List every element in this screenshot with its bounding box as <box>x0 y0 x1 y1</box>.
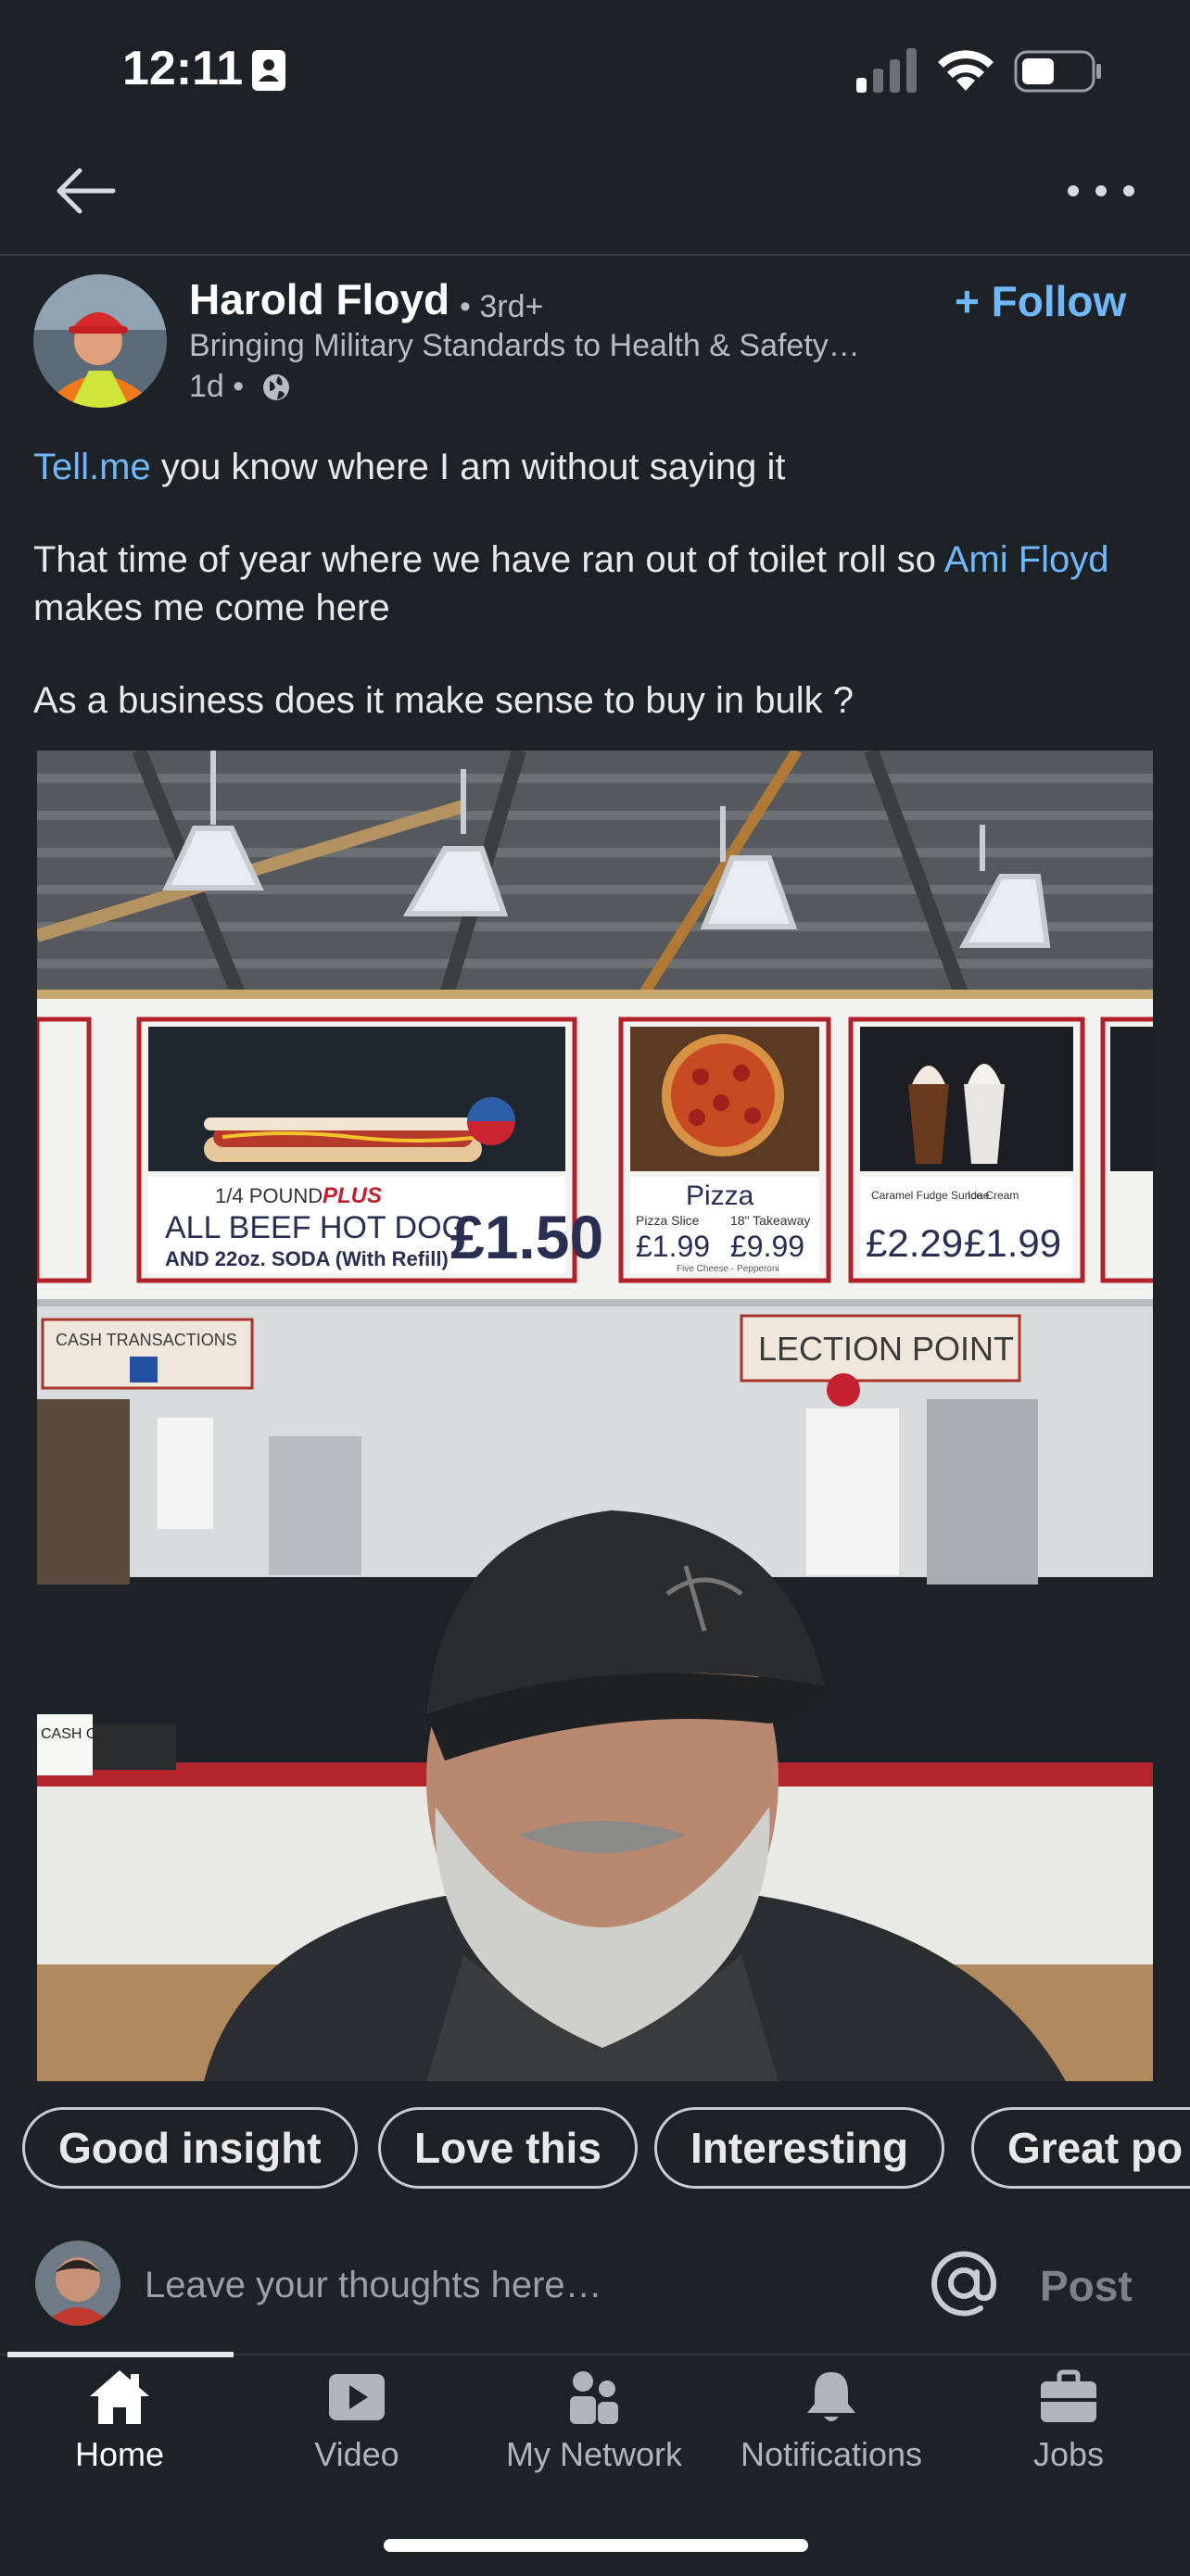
sign-text: AND 22oz. SODA (With Refill) <box>165 1247 449 1270</box>
post-comment-button[interactable]: Post <box>1040 2261 1133 2311</box>
sign-text: 18" Takeaway <box>730 1213 810 1228</box>
author-avatar[interactable] <box>33 274 167 408</box>
status-time: 12:11 <box>122 42 244 95</box>
home-indicator <box>384 2539 808 2552</box>
sign-text: £9.99 <box>730 1230 804 1263</box>
globe-icon <box>263 374 289 400</box>
sign-text: Five Cheese · Pepperoni <box>677 1264 779 1274</box>
post-link[interactable]: Tell.me <box>33 447 151 487</box>
sign-text: £1.99 <box>964 1221 1061 1265</box>
tab-label: Video <box>314 2435 399 2473</box>
tab-notifications[interactable]: Notifications <box>725 2368 938 2480</box>
sign-text: ALL BEEF HOT DOG <box>165 1210 466 1245</box>
more-options-icon[interactable] <box>1064 182 1138 200</box>
active-tab-indicator <box>7 2352 234 2357</box>
tab-home[interactable]: Home <box>13 2368 226 2480</box>
chip-good-insight[interactable]: Good insight <box>22 2107 358 2189</box>
author-name[interactable]: Harold Floyd <box>189 274 449 324</box>
post-text-line: As a business does it make sense to buy … <box>33 680 854 721</box>
chip-love-this[interactable]: Love this <box>378 2107 638 2189</box>
bell-icon <box>807 2372 855 2421</box>
post-text: Tell.me you know where I am without sayi… <box>33 443 1157 769</box>
tab-label: Jobs <box>1032 2435 1105 2473</box>
sign-text: CASH TRANSACTIONS <box>56 1331 237 1349</box>
chip-interesting[interactable]: Interesting <box>654 2107 945 2189</box>
connection-degree: • 3rd+ <box>460 289 544 324</box>
post-text-line: That time of year where we have ran out … <box>33 539 944 580</box>
tab-label: My Network <box>505 2435 683 2473</box>
sign-text: £1.50 <box>450 1203 603 1271</box>
author-headline: Bringing Military Standards to Health & … <box>189 328 860 363</box>
id-card-icon <box>252 50 285 91</box>
sign-text: £2.29 <box>866 1221 963 1265</box>
tab-my-network[interactable]: My Network <box>487 2368 701 2480</box>
tab-video[interactable]: Video <box>250 2368 463 2480</box>
cellular-signal-icon <box>856 48 917 93</box>
post-text-line: you know where I am without saying it <box>150 447 786 487</box>
battery-icon <box>1014 50 1101 93</box>
post-timestamp: 1d • <box>189 369 245 404</box>
post-image[interactable]: 1/4 POUND PLUS ALL BEEF HOT DOG AND 22oz… <box>37 751 1153 2081</box>
sign-text: Ice Cream <box>968 1189 1019 1202</box>
user-avatar <box>35 2241 120 2326</box>
sign-text: 1/4 POUND <box>215 1184 323 1207</box>
chip-great-point[interactable]: Great po <box>971 2107 1190 2189</box>
comment-input[interactable] <box>145 2257 905 2313</box>
network-icon <box>570 2371 618 2424</box>
tab-label: Notifications <box>740 2435 923 2473</box>
sign-text: £1.99 <box>636 1230 710 1263</box>
sign-text: Pizza <box>686 1181 754 1211</box>
mention-link[interactable]: Ami Floyd <box>944 539 1109 580</box>
post-text-line: makes me come here <box>33 587 390 628</box>
post-header-bar <box>0 139 1190 256</box>
sign-text: LECTION POINT <box>758 1330 1014 1368</box>
follow-button[interactable]: + Follow <box>955 276 1126 326</box>
tab-jobs[interactable]: Jobs <box>962 2368 1175 2480</box>
sign-text: Pizza Slice <box>636 1213 700 1228</box>
briefcase-icon <box>1041 2369 1096 2422</box>
wifi-icon <box>938 50 994 91</box>
sign-text: PLUS <box>323 1183 382 1208</box>
video-icon <box>329 2374 385 2420</box>
mention-at-icon[interactable] <box>927 2246 1001 2320</box>
back-arrow-icon[interactable] <box>52 159 119 222</box>
tab-label: Home <box>74 2435 165 2473</box>
home-icon <box>90 2370 149 2424</box>
reaction-suggestions: Good insight Love this Interesting Great… <box>0 2103 1190 2196</box>
